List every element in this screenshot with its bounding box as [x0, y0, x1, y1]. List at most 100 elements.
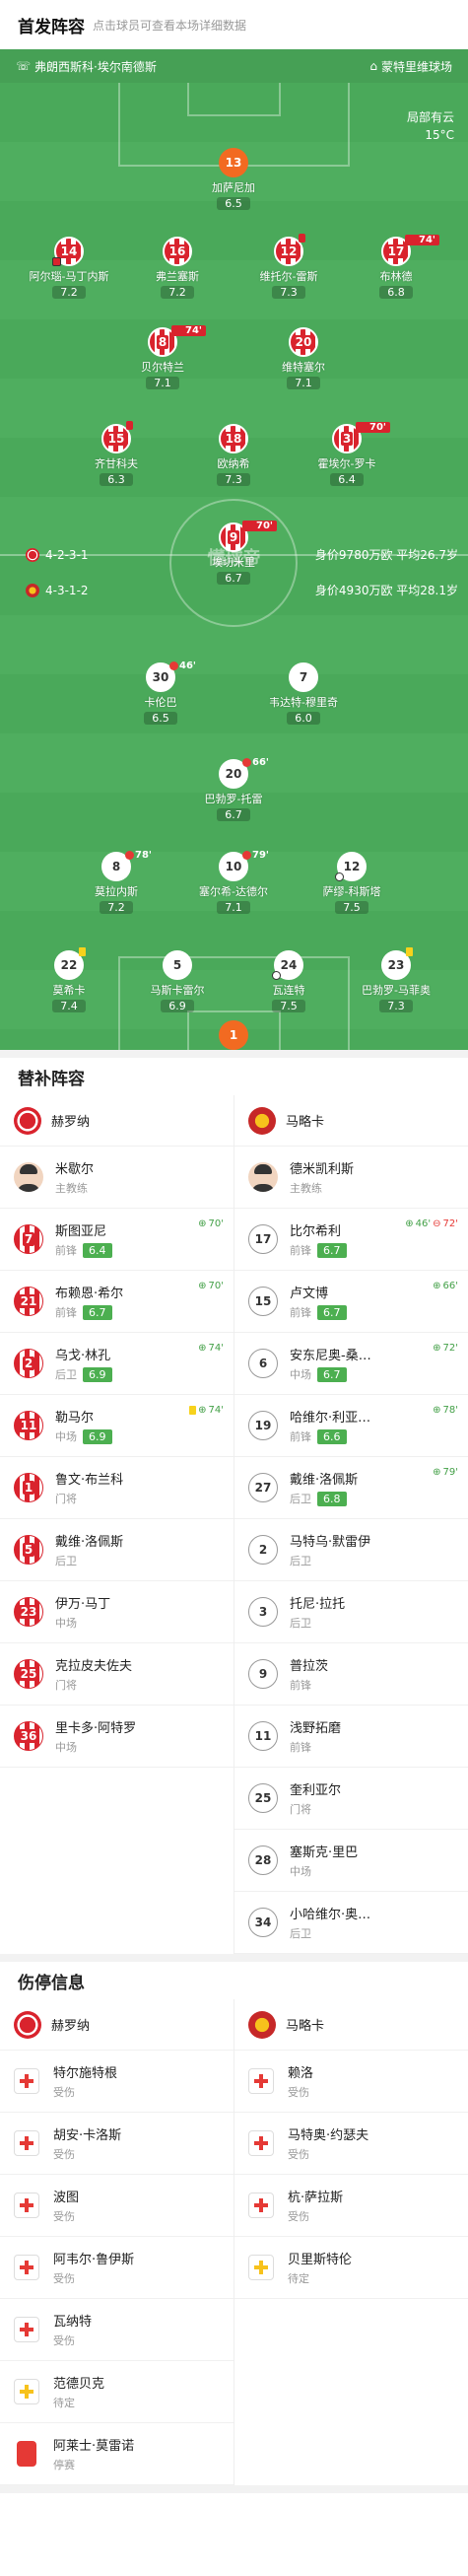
player-rating: 7.4	[52, 1000, 86, 1012]
sub-player-row[interactable]: 36 里卡多·阿特罗 中场	[0, 1706, 234, 1768]
player-marker[interactable]: 8 74' 贝尔特兰 7.1	[118, 325, 207, 389]
sub-player-row[interactable]: 28 塞斯克·里巴 中场	[234, 1830, 468, 1892]
player-position: 前锋	[55, 1306, 77, 1319]
sub-player-row[interactable]: 9 普拉茨 前锋	[234, 1643, 468, 1706]
player-name: 瓦纳特	[53, 2315, 93, 2330]
player-marker[interactable]: 5 马斯卡雷尔 6.9	[133, 950, 222, 1012]
player-name: 赖洛	[288, 2066, 314, 2081]
player-meta: 后卫 6.8	[290, 1491, 358, 1506]
player-marker[interactable]: 30 46' 卡伦巴 6.5	[116, 661, 205, 725]
player-marker[interactable]: 18 欧纳希 7.3	[189, 424, 278, 486]
sub-player-row[interactable]: 5 戴维·洛佩斯 后卫	[0, 1519, 234, 1581]
player-marker[interactable]: 10 79' 塞尔希-达德尔 7.1	[189, 850, 278, 914]
injury-row[interactable]: 马特奥·约瑟夫 受伤	[234, 2113, 468, 2175]
injury-row[interactable]: 特尔施特根 受伤	[0, 2051, 234, 2113]
away-coach[interactable]: 德米凯利斯 主教练	[234, 1147, 468, 1209]
player-number: 8 78'	[101, 850, 152, 881]
player-position: 中场	[55, 1741, 77, 1754]
injury-cross-icon	[14, 2255, 39, 2280]
player-number-text: 20	[225, 767, 242, 781]
sub-player-row[interactable]: 6 安东尼奥-桑… 中场 6.7 ⊕ 72'	[234, 1333, 468, 1395]
player-number: 14	[52, 237, 84, 266]
injury-row[interactable]: 瓦纳特 受伤	[0, 2299, 234, 2361]
sub-player-row[interactable]: 15 卢文博 前锋 6.7 ⊕ 66'	[234, 1271, 468, 1333]
sub-player-row[interactable]: 25 奎利亚尔 门将	[234, 1768, 468, 1830]
sub-event: ⊕ 46' ⊖ 72'	[405, 1218, 458, 1229]
player-meta: 前锋 6.7	[290, 1304, 347, 1320]
injury-row[interactable]: 杭·萨拉斯 受伤	[234, 2175, 468, 2237]
substitution-marker: 46'	[169, 661, 196, 671]
injury-cross-icon	[14, 2068, 39, 2094]
home-team-row[interactable]: 赫罗纳	[0, 1999, 234, 2051]
sub-player-row[interactable]: 11 浅野拓磨 前锋	[234, 1706, 468, 1768]
yellow-card-icon	[126, 421, 133, 430]
sub-player-row[interactable]: 25 克拉皮夫佐夫 门将	[0, 1643, 234, 1706]
injury-meta: 受伤	[53, 2084, 117, 2100]
player-marker[interactable]: 12 维托尔-雷斯 7.3	[244, 234, 333, 299]
player-number-text: 12	[278, 244, 300, 258]
away-team-row[interactable]: 马略卡	[234, 1999, 468, 2051]
venue-bar: ☏ 弗朗西斯科·埃尔南德斯 ⌂ 蒙特里维球场	[0, 49, 468, 83]
footer-gap	[0, 2485, 468, 2544]
player-meta: 前锋	[290, 1677, 328, 1693]
player-name: 克拉皮夫佐夫	[55, 1659, 133, 1674]
player-position: 后卫	[290, 1617, 311, 1630]
home-coach[interactable]: 米歇尔 主教练	[0, 1147, 234, 1209]
player-marker[interactable]: 14 阿尔瑙-马丁内斯 7.2	[25, 237, 113, 299]
injury-row[interactable]: 范德贝克 待定	[0, 2361, 234, 2423]
sub-player-row[interactable]: 11 勒马尔 中场 6.9 ⊕ 74'	[0, 1395, 234, 1457]
player-rating: 7.1	[146, 377, 179, 389]
player-number: 1	[14, 1473, 43, 1502]
player-rating: 7.3	[379, 1000, 413, 1012]
injury-cross-icon	[248, 2130, 274, 2156]
player-rating: 6.4	[83, 1242, 112, 1258]
player-marker[interactable]: 17 74' 布林德 6.8	[352, 235, 440, 299]
player-marker[interactable]: 3 70' 霍埃尔-罗卡 6.4	[302, 422, 391, 486]
player-marker[interactable]: 8 78' 莫拉内斯 7.2	[72, 850, 161, 914]
home-team-row[interactable]: 赫罗纳	[0, 1095, 234, 1147]
sub-player-row[interactable]: 19 哈维尔·利亚… 前锋 6.6 ⊕ 78'	[234, 1395, 468, 1457]
rating-value: 6.0	[295, 712, 312, 725]
injury-row[interactable]: 阿莱士·莫雷诺 停赛	[0, 2423, 234, 2485]
sub-player-row[interactable]: 3 托尼·拉托 后卫	[234, 1581, 468, 1643]
player-marker[interactable]: 22 莫希卡 7.4	[25, 947, 113, 1012]
player-marker[interactable]: 12 萨缪-科斯塔 7.5	[307, 852, 396, 914]
sub-player-row[interactable]: 34 小哈维尔·奥… 后卫	[234, 1892, 468, 1954]
rating-value: 7.2	[168, 286, 186, 299]
sub-player-row[interactable]: 21 布赖恩·希尔 前锋 6.7 ⊕ 70'	[0, 1271, 234, 1333]
injury-row[interactable]: 贝里斯特伦 待定	[234, 2237, 468, 2299]
injury-row[interactable]: 波图 受伤	[0, 2175, 234, 2237]
injury-info: 特尔施特根 受伤	[53, 2062, 117, 2100]
sub-event: ⊕ 74'	[189, 1405, 224, 1416]
sub-player-row[interactable]: 23 伊万·马丁 中场	[0, 1581, 234, 1643]
player-name: 托尼·拉托	[290, 1597, 346, 1612]
injury-row[interactable]: 胡安·卡洛斯 受伤	[0, 2113, 234, 2175]
player-marker[interactable]: 1莱奥-罗曼★ 8.3	[189, 1020, 278, 1050]
player-marker[interactable]: 13 加萨尼加 6.5	[189, 148, 278, 210]
player-name: 欧纳希	[217, 457, 250, 470]
player-marker[interactable]: 16 弗兰塞斯 7.2	[133, 237, 222, 299]
sub-player-row[interactable]: 27 戴维·洛佩斯 后卫 6.8 ⊕ 79'	[234, 1457, 468, 1519]
sub-event: ⊕ 72'	[433, 1343, 458, 1354]
player-marker[interactable]: 20 维特塞尔 7.1	[259, 327, 348, 389]
player-marker[interactable]: 20 66' 巴勃罗-托雷 6.7	[189, 757, 278, 821]
player-marker[interactable]: 23 巴勃罗-马菲奥 7.3	[352, 947, 440, 1012]
player-marker[interactable]: 9 70' 埃切米里 6.7	[189, 521, 278, 585]
injury-status: 受伤	[53, 2210, 75, 2223]
injury-row[interactable]: 赖洛 受伤	[234, 2051, 468, 2113]
sub-player-row[interactable]: 1 鲁文·布兰科 门将	[0, 1457, 234, 1519]
goal-ball-icon	[335, 872, 344, 881]
injury-status: 受伤	[53, 2148, 75, 2161]
sub-player-row[interactable]: 7 斯图亚尼 前锋 6.4 ⊕ 70'	[0, 1209, 234, 1271]
player-name: 塞尔希-达德尔	[199, 885, 268, 898]
injury-row[interactable]: 阿韦尔·鲁伊斯 受伤	[0, 2237, 234, 2299]
sub-player-row[interactable]: 17 比尔希利 前锋 6.7 ⊕ 46' ⊖ 72'	[234, 1209, 468, 1271]
player-marker[interactable]: 7 韦达特-穆里奇 6.0	[259, 662, 348, 725]
player-position: 后卫	[290, 1493, 311, 1505]
sub-event: ⊕ 66'	[433, 1281, 458, 1291]
sub-player-row[interactable]: 2 乌戈·林孔 后卫 6.9 ⊕ 74'	[0, 1333, 234, 1395]
player-marker[interactable]: 24 瓦连特 7.5	[244, 950, 333, 1012]
sub-player-row[interactable]: 2 马特乌·默雷伊 后卫	[234, 1519, 468, 1581]
player-marker[interactable]: 15 齐甘科夫 6.3	[72, 421, 161, 486]
away-team-row[interactable]: 马略卡	[234, 1095, 468, 1147]
